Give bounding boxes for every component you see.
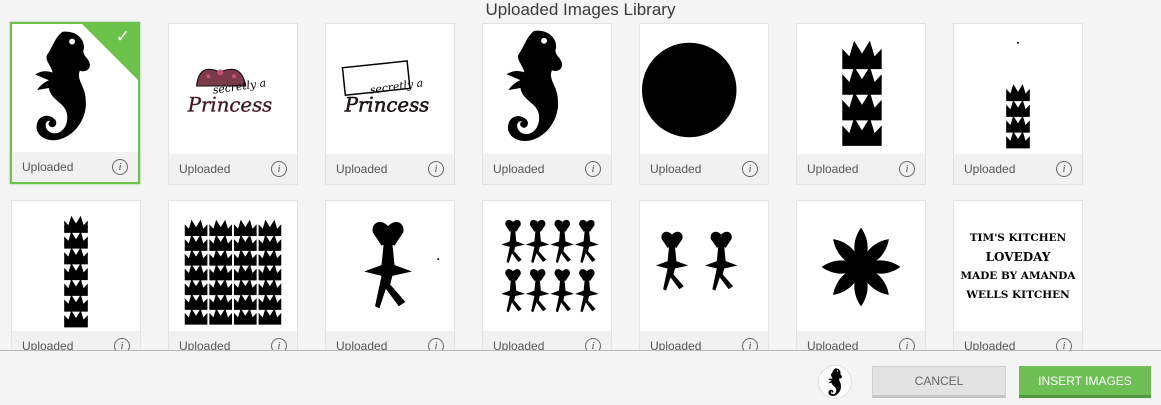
image-card[interactable]: Uploaded i: [639, 200, 769, 350]
insert-images-button[interactable]: INSERT IMAGES: [1019, 366, 1151, 398]
image-card-footer: Uploaded i: [12, 152, 138, 182]
thumbnail-text-line: WELLS KITCHEN: [966, 289, 1070, 301]
seahorse-icon: [828, 368, 842, 396]
circle-thumbnail-art: [641, 42, 737, 138]
thumbnail-text-line: TIM'S KITCHEN: [969, 232, 1067, 244]
ballerina-thumbnail-art: [364, 221, 440, 309]
image-card-label: Uploaded: [650, 339, 702, 350]
image-card-footer: Uploaded i: [169, 331, 297, 350]
image-grid[interactable]: Uploaded i ✓ secretly a Princess Uploaded i sec…: [0, 20, 1161, 350]
ballerinas-8-thumbnail-art: [501, 219, 599, 313]
image-thumbnail[interactable]: [640, 201, 768, 333]
image-card[interactable]: Uploaded i: [168, 200, 298, 350]
crowns-column-thumbnail-art: [64, 215, 88, 328]
info-icon[interactable]: i: [112, 159, 128, 175]
info-icon[interactable]: i: [428, 338, 444, 350]
image-card[interactable]: Uploaded i: [11, 200, 141, 350]
image-card[interactable]: secretly a Princess Uploaded i: [325, 23, 455, 185]
thumbnail-text-line: MADE BY AMANDA: [960, 270, 1076, 282]
image-card-label: Uploaded: [807, 339, 859, 350]
image-card[interactable]: Uploaded i: [953, 23, 1083, 185]
image-thumbnail[interactable]: [640, 24, 768, 156]
image-card-label: Uploaded: [22, 339, 74, 350]
image-card-label: Uploaded: [650, 162, 702, 176]
image-card[interactable]: TIM'S KITCHEN LOVEDAY MADE BY AMANDA WELLS …: [953, 200, 1083, 350]
cancel-button[interactable]: CANCEL: [872, 366, 1006, 398]
image-card-label: Uploaded: [493, 162, 545, 176]
image-card-label: Uploaded: [493, 339, 545, 350]
image-card-label: Uploaded: [964, 339, 1016, 350]
image-card-label: Uploaded: [807, 162, 859, 176]
image-card-footer: Uploaded i: [169, 154, 297, 184]
image-card-footer: Uploaded i: [326, 154, 454, 184]
image-card-footer: Uploaded i: [326, 331, 454, 350]
crowns-grid-thumbnail-art: [184, 219, 282, 325]
thumbnail-text-line: LOVEDAY: [985, 250, 1051, 264]
info-icon[interactable]: i: [585, 338, 601, 350]
image-card-label: Uploaded: [964, 162, 1016, 176]
image-card-footer: Uploaded i: [640, 154, 768, 184]
image-thumbnail[interactable]: [954, 24, 1082, 156]
info-icon[interactable]: i: [742, 338, 758, 350]
crowns-4-small-thumbnail-art: [1006, 41, 1030, 149]
image-card-footer: Uploaded i: [12, 331, 140, 350]
image-card[interactable]: Uploaded i ✓: [10, 22, 140, 184]
image-card-label: Uploaded: [179, 162, 231, 176]
image-card[interactable]: secretly a Princess Uploaded i: [168, 23, 298, 185]
page-title: Uploaded Images Library: [485, 0, 676, 19]
image-card[interactable]: Uploaded i: [325, 200, 455, 350]
crowns-4-thumbnail-art: [842, 40, 882, 146]
image-thumbnail[interactable]: [797, 24, 925, 156]
image-card-footer: Uploaded i: [954, 331, 1082, 350]
info-icon[interactable]: i: [1056, 161, 1072, 177]
info-icon[interactable]: i: [1056, 338, 1072, 350]
image-card[interactable]: Uploaded i: [482, 23, 612, 185]
image-card-footer: Uploaded i: [797, 331, 925, 350]
image-thumbnail[interactable]: [169, 201, 297, 333]
image-card-label: Uploaded: [22, 160, 74, 174]
image-card-footer: Uploaded i: [483, 331, 611, 350]
info-icon[interactable]: i: [899, 161, 915, 177]
image-card-label: Uploaded: [336, 162, 388, 176]
image-card[interactable]: Uploaded i: [796, 200, 926, 350]
image-card-label: Uploaded: [336, 339, 388, 350]
thumbnail-text-block: TIM'S KITCHEN LOVEDAY MADE BY AMANDA WELLS …: [960, 229, 1075, 305]
image-thumbnail[interactable]: secretly a Princess: [169, 24, 297, 156]
info-icon[interactable]: i: [271, 338, 287, 350]
svg-text:Princess: Princess: [344, 94, 430, 117]
ballerinas-2-thumbnail-art: [655, 231, 738, 291]
seahorse-thumbnail-art: [506, 30, 563, 141]
secretly-a-princess-box-thumbnail-art: secretly aPrincess: [341, 60, 430, 117]
info-icon[interactable]: i: [114, 338, 130, 350]
selected-image-thumbnail[interactable]: [818, 365, 852, 399]
image-card[interactable]: Uploaded i: [639, 23, 769, 185]
svg-text:Princess: Princess: [187, 94, 273, 117]
image-thumbnail[interactable]: [483, 201, 611, 333]
image-card-footer: Uploaded i: [483, 154, 611, 184]
image-card-label: Uploaded: [179, 339, 231, 350]
checkmark-icon: ✓: [115, 27, 130, 47]
image-card[interactable]: Uploaded i: [796, 23, 926, 185]
image-card-footer: Uploaded i: [797, 154, 925, 184]
info-icon[interactable]: i: [899, 338, 915, 350]
info-icon[interactable]: i: [271, 161, 287, 177]
image-thumbnail[interactable]: [797, 201, 925, 333]
image-card-footer: Uploaded i: [640, 331, 768, 350]
image-thumbnail[interactable]: secretly a Princess: [326, 24, 454, 156]
footer-bar: CANCEL INSERT IMAGES: [0, 350, 1161, 405]
image-thumbnail[interactable]: TIM'S KITCHEN LOVEDAY MADE BY AMANDA WELLS …: [954, 201, 1082, 333]
image-card[interactable]: Uploaded i: [482, 200, 612, 350]
image-thumbnail[interactable]: [483, 24, 611, 156]
image-thumbnail[interactable]: [12, 201, 140, 333]
image-card-footer: Uploaded i: [954, 154, 1082, 184]
info-icon[interactable]: i: [585, 161, 601, 177]
info-icon[interactable]: i: [742, 161, 758, 177]
secretly-a-princess-tiara-thumbnail-art: secretly aPrincess: [187, 68, 273, 117]
image-thumbnail[interactable]: [326, 201, 454, 333]
info-icon[interactable]: i: [428, 161, 444, 177]
damask-thumbnail-art: [821, 227, 901, 307]
